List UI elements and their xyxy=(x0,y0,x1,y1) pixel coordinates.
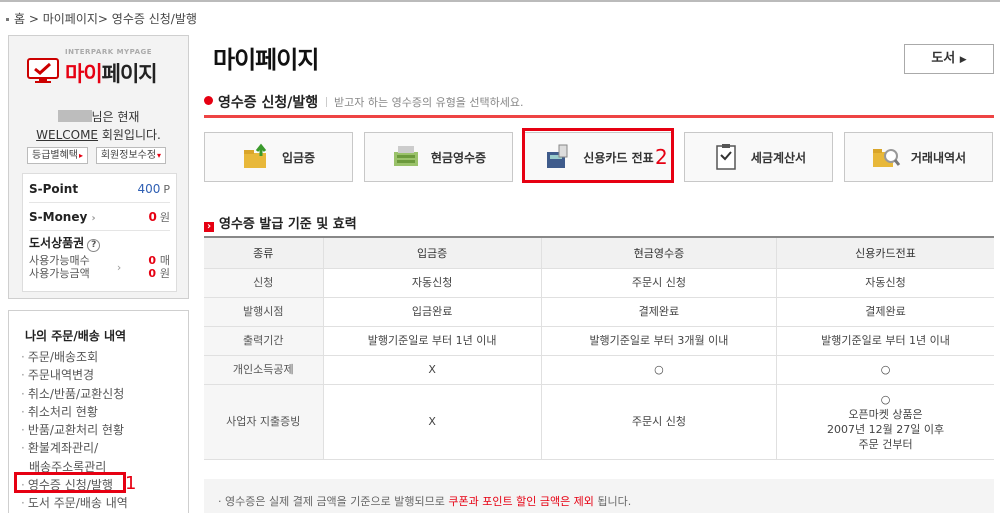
greeting: 님은 현재 WELCOME 회원입니다. xyxy=(36,110,161,142)
menu-item-book-orders[interactable]: · 도서 주문/배송 내역 xyxy=(21,494,128,512)
smoney-value: 0 xyxy=(148,209,157,224)
menu-item-cancel-return-request[interactable]: · 취소/반품/교환신청 xyxy=(21,385,128,403)
smoney-row[interactable]: S-Money › 0원 xyxy=(29,206,170,227)
table-header: 현금영수증 xyxy=(540,236,777,269)
criteria-table: 종류 입금증 현금영수증 신용카드전표 신청 자동신청 주문시 신청 자동신청 … xyxy=(204,236,994,460)
folder-search-icon xyxy=(872,149,901,167)
section-title: 영수증 신청/발행 xyxy=(218,95,319,111)
gift-card-rows[interactable]: 사용가능매수 사용가능금액 › 0 매 0 원 xyxy=(29,254,170,280)
tax-invoice-button[interactable]: 세금계산서 xyxy=(684,132,833,182)
help-icon[interactable]: ? xyxy=(87,239,101,252)
menu-item-order-change[interactable]: · 주문내역변경 xyxy=(21,366,128,384)
table-header-row: 종류 입금증 현금영수증 신용카드전표 xyxy=(204,236,994,269)
highlight-receipt-menu xyxy=(14,472,126,493)
arrow-down-icon: ▾ xyxy=(157,151,162,160)
breadcrumb-bullet-icon xyxy=(6,18,9,21)
logo-subtitle: INTERPARK MYPAGE xyxy=(65,48,153,56)
gift-card-title: 도서상품권? xyxy=(29,234,170,252)
clipboard-icon xyxy=(716,144,736,170)
arrow-right-icon: ▸ xyxy=(79,151,84,160)
section-bullet-icon xyxy=(204,96,213,105)
edit-member-info-button[interactable]: 회원정보수정▾ xyxy=(95,147,167,164)
breadcrumb: 홈 > 마이페이지> 영수증 신청/발행 xyxy=(6,10,197,27)
logo-title: 마이페이지 xyxy=(65,62,158,86)
table-header: 입금증 xyxy=(322,236,542,269)
top-border xyxy=(0,0,1000,2)
table-row: 출력기간 발행기준일로 부터 1년 이내 발행기준일로 부터 3개월 이내 발행… xyxy=(204,326,994,356)
masked-username xyxy=(57,110,92,122)
spoint-row[interactable]: S-Point 400 P xyxy=(29,178,170,199)
menu-item-order-tracking[interactable]: · 주문/배송조회 xyxy=(21,348,128,366)
order-menu-title: 나의 주문/배송 내역 xyxy=(25,329,127,343)
play-arrow-icon: ▶ xyxy=(959,55,967,65)
page-title: 마이페이지 xyxy=(213,46,319,74)
folder-upload-icon xyxy=(243,143,267,168)
deposit-receipt-button[interactable]: 입금증 xyxy=(204,132,353,182)
mypage-logo[interactable]: INTERPARK MYPAGE 마이페이지 xyxy=(27,48,177,90)
notice-text: · 영수증은 실제 결제 금액을 기준으로 발행되므로 쿠폰과 포인트 할인 금… xyxy=(218,495,632,508)
menu-item-cancel-status[interactable]: · 취소처리 현황 xyxy=(21,403,128,421)
grade-benefits-button[interactable]: 등급별혜택▸ xyxy=(27,147,89,164)
section-header: 영수증 신청/발행 받고자 하는 영수증의 유형을 선택하세요. xyxy=(204,86,994,118)
breadcrumb-text: 홈 > 마이페이지> 영수증 신청/발행 xyxy=(14,12,197,26)
highlight-credit-card-slip xyxy=(522,128,674,183)
profile-box: INTERPARK MYPAGE 마이페이지 님은 현재 WELCOME 회원입… xyxy=(8,35,189,299)
cash-register-icon xyxy=(393,146,418,166)
table-row: 신청 자동신청 주문시 신청 자동신청 xyxy=(204,268,994,298)
points-panel: S-Point 400 P S-Money › 0원 도서상품권? 사용가능매수 … xyxy=(22,173,177,292)
section-description: 받고자 하는 영수증의 유형을 선택하세요. xyxy=(326,94,524,110)
table-header: 종류 xyxy=(204,236,323,269)
member-grade-link[interactable]: WELCOME xyxy=(36,128,98,142)
menu-item-return-status[interactable]: · 반품/교환처리 현황 xyxy=(21,421,128,439)
transaction-statement-button[interactable]: 거래내역서 xyxy=(844,132,993,182)
book-button[interactable]: 도서 ▶ xyxy=(904,44,994,74)
cash-receipt-button[interactable]: 현금영수증 xyxy=(364,132,513,182)
annotation-number-2: 2 xyxy=(655,145,668,169)
table-row: 개인소득공제 X ○ ○ xyxy=(204,355,994,385)
table-row: 사업자 지출증빙 X 주문시 신청 ○ 오픈마켓 상품은 2007년 12월 2… xyxy=(204,384,994,460)
profile-buttons: 등급별혜택▸ 회원정보수정▾ xyxy=(27,147,170,164)
table-header: 신용카드전표 xyxy=(776,236,994,269)
section-arrow-icon xyxy=(204,222,214,232)
spoint-value: 400 xyxy=(137,181,161,196)
annotation-number-1: 1 xyxy=(125,473,137,494)
monitor-icon xyxy=(27,58,59,83)
table-row: 발행시점 입금완료 결제완료 결제완료 xyxy=(204,297,994,327)
notice-box: · 영수증은 실제 결제 금액을 기준으로 발행되므로 쿠폰과 포인트 할인 금… xyxy=(204,479,994,513)
criteria-title: 영수증 발급 기준 및 효력 xyxy=(204,213,357,232)
menu-item-refund-account[interactable]: · 환불계좌관리/ xyxy=(21,439,128,457)
